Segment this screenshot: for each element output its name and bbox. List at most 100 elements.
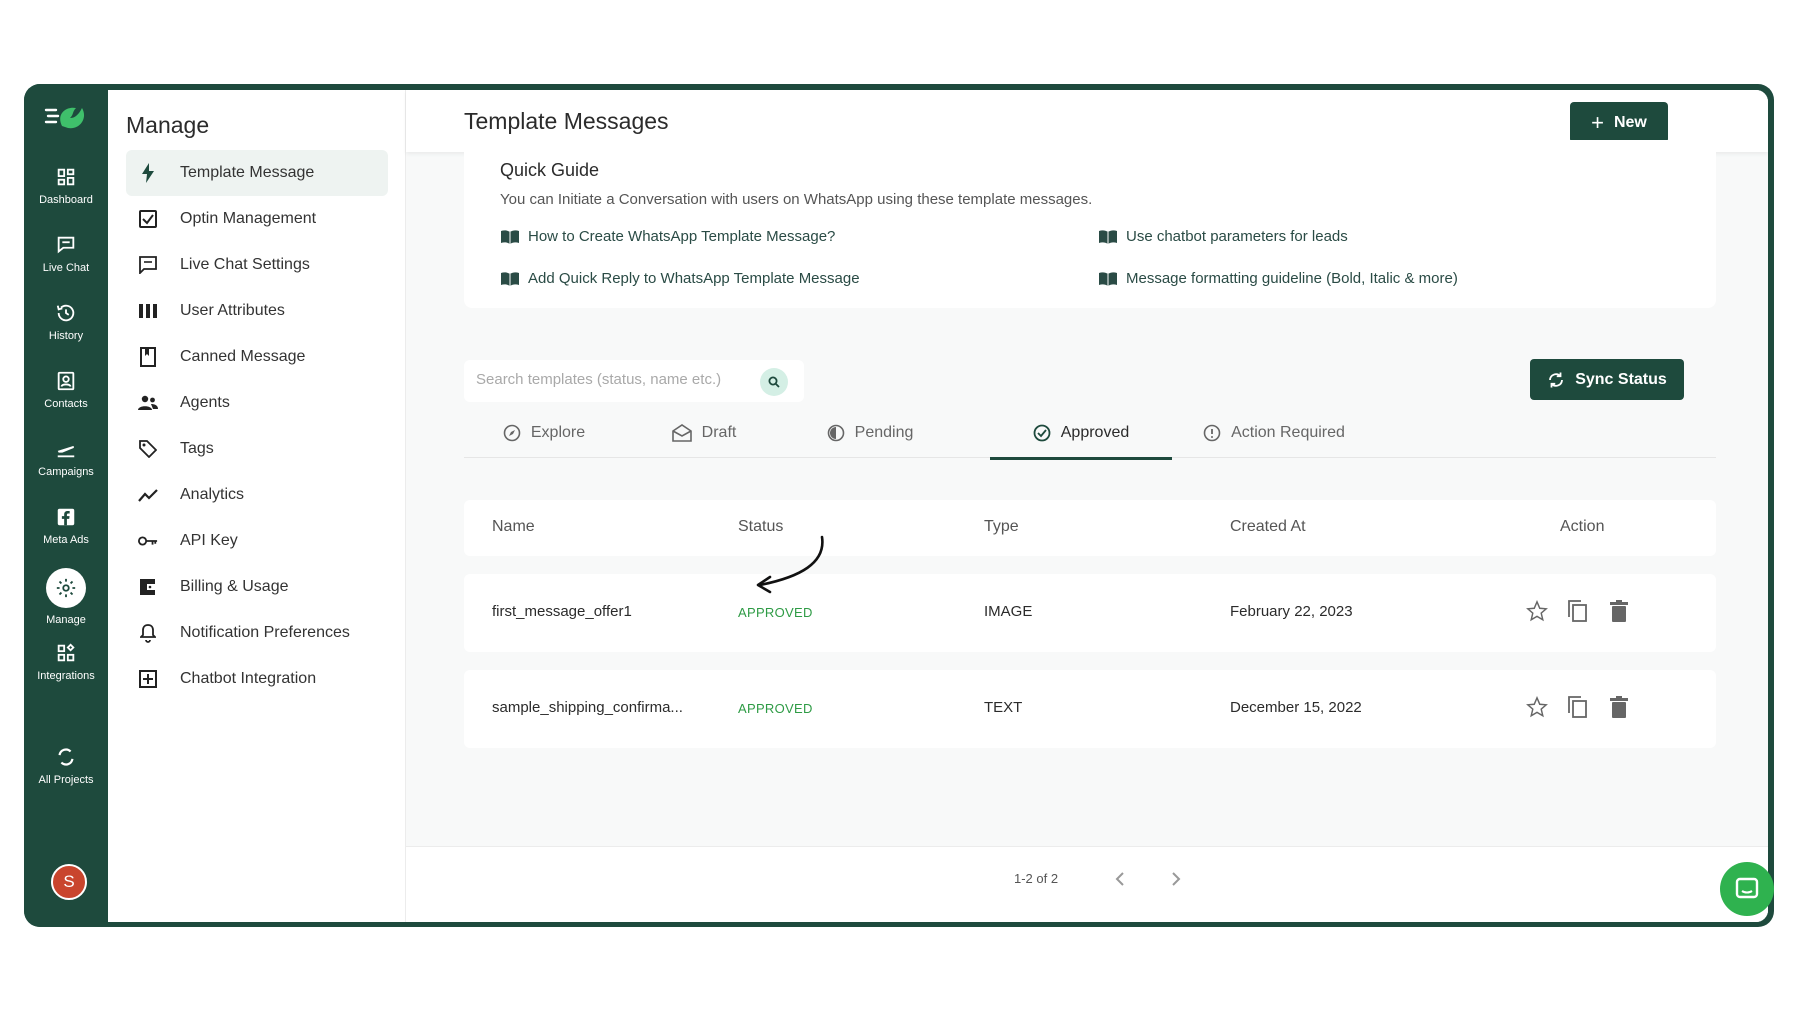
nav-item-label: Canned Message — [180, 348, 306, 365]
rail-label: Contacts — [44, 398, 88, 410]
check-circle-icon — [1033, 424, 1051, 442]
new-template-button[interactable]: + New — [1570, 102, 1668, 143]
column-header-created-at[interactable]: Created At — [1230, 518, 1306, 536]
guide-link-formatting[interactable]: Message formatting guideline (Bold, Ital… — [1098, 270, 1458, 287]
rail-item-campaigns[interactable]: Campaigns — [24, 438, 108, 478]
nav-item-template-message[interactable]: Template Message — [126, 150, 388, 196]
nav-item-billing-usage[interactable]: Billing & Usage — [126, 564, 388, 610]
table-row[interactable]: first_message_offer1 APPROVED IMAGE Febr… — [464, 574, 1716, 652]
status-badge: APPROVED — [738, 605, 813, 620]
status-badge: APPROVED — [738, 701, 813, 716]
nav-item-chatbot-integration[interactable]: Chatbot Integration — [126, 656, 388, 702]
facebook-icon — [57, 508, 75, 526]
nav-item-analytics[interactable]: Analytics — [126, 472, 388, 518]
tab-action-required[interactable]: Action Required — [1184, 408, 1364, 458]
nav-item-user-attributes[interactable]: User Attributes — [126, 288, 388, 334]
manage-sidebar: Manage Template Message Optin Management… — [108, 90, 406, 922]
sync-icon — [1549, 372, 1564, 387]
tag-icon — [138, 439, 158, 459]
rail-label: History — [48, 330, 84, 342]
compass-icon — [503, 424, 521, 442]
nav-item-label: Chatbot Integration — [180, 670, 317, 687]
rail-item-contacts[interactable]: Contacts — [24, 370, 108, 410]
content-area: Manage Template Message Optin Management… — [108, 90, 1768, 922]
rail-label: Dashboard — [39, 194, 93, 206]
rail-item-integrations[interactable]: Integrations — [24, 642, 108, 682]
sync-status-button[interactable]: Sync Status — [1530, 359, 1684, 400]
tab-pending[interactable]: Pending — [800, 408, 940, 458]
rail-item-dashboard[interactable]: Dashboard — [24, 166, 108, 206]
tab-draft[interactable]: Draft — [644, 408, 764, 458]
nav-item-notification-preferences[interactable]: Notification Preferences — [126, 610, 388, 656]
created-at: December 15, 2022 — [1230, 699, 1362, 716]
info-circle-icon — [1203, 424, 1221, 442]
rail-item-meta-ads[interactable]: Meta Ads — [24, 506, 108, 546]
pagination-text: 1-2 of 2 — [1014, 871, 1059, 886]
brand-logo-icon[interactable] — [44, 102, 90, 132]
book-icon — [1099, 229, 1117, 244]
copy-icon[interactable] — [1564, 694, 1590, 720]
tab-label: Draft — [701, 424, 737, 441]
nav-item-tags[interactable]: Tags — [126, 426, 388, 472]
prev-page-button[interactable] — [1106, 865, 1134, 893]
nav-item-label: Tags — [180, 440, 214, 457]
table-row[interactable]: sample_shipping_confirma... APPROVED TEX… — [464, 670, 1716, 748]
book-icon — [1099, 271, 1117, 286]
trend-icon — [138, 485, 158, 505]
star-icon[interactable] — [1524, 598, 1550, 624]
nav-item-canned-message[interactable]: Canned Message — [126, 334, 388, 380]
sync-button-label: Sync Status — [1575, 370, 1667, 388]
pagination-bar: 1-2 of 2 — [406, 846, 1768, 922]
column-header-type[interactable]: Type — [984, 518, 1019, 536]
star-icon[interactable] — [1524, 694, 1550, 720]
nav-item-live-chat-settings[interactable]: Live Chat Settings — [126, 242, 388, 288]
key-icon — [138, 531, 158, 551]
plane-icon — [57, 446, 75, 458]
search-input[interactable] — [476, 371, 756, 388]
guide-link-create-template[interactable]: How to Create WhatsApp Template Message? — [500, 228, 835, 245]
column-header-name[interactable]: Name — [492, 518, 535, 536]
nav-item-agents[interactable]: Agents — [126, 380, 388, 426]
rail-item-live-chat[interactable]: Live Chat — [24, 234, 108, 274]
people-icon — [138, 393, 158, 413]
guide-link-label: Message formatting guideline (Bold, Ital… — [1126, 270, 1458, 287]
history-icon — [56, 304, 75, 322]
nav-item-label: Notification Preferences — [180, 624, 350, 641]
manage-title: Manage — [126, 112, 210, 138]
nav-item-api-key[interactable]: API Key — [126, 518, 388, 564]
copy-icon[interactable] — [1564, 598, 1590, 624]
nav-item-label: Template Message — [180, 164, 315, 181]
tab-approved[interactable]: Approved — [990, 408, 1172, 460]
new-button-label: New — [1613, 113, 1647, 131]
guide-link-quick-reply[interactable]: Add Quick Reply to WhatsApp Template Mes… — [500, 270, 860, 287]
template-type: IMAGE — [984, 603, 1033, 620]
delete-icon[interactable] — [1606, 598, 1632, 624]
tab-explore[interactable]: Explore — [484, 408, 604, 458]
rail-label: Live Chat — [42, 262, 90, 274]
guide-link-chatbot-parameters[interactable]: Use chatbot parameters for leads — [1098, 228, 1348, 245]
column-header-status[interactable]: Status — [738, 518, 783, 536]
table-header: Name Status Type Created At Action — [464, 500, 1716, 556]
rail-item-manage[interactable]: Manage — [24, 568, 108, 626]
tab-label: Action Required — [1231, 424, 1345, 441]
nav-item-optin-management[interactable]: Optin Management — [126, 196, 388, 242]
grid-icon — [57, 168, 75, 186]
rail-label: Campaigns — [38, 466, 94, 478]
nav-item-label: User Attributes — [180, 302, 285, 319]
delete-icon[interactable] — [1606, 694, 1632, 720]
bookmark-icon — [138, 347, 158, 367]
guide-link-label: Use chatbot parameters for leads — [1126, 228, 1348, 245]
plus-square-icon — [138, 669, 158, 689]
bolt-icon — [138, 163, 158, 183]
next-page-button[interactable] — [1162, 865, 1190, 893]
search-button[interactable] — [760, 368, 788, 396]
refresh-icon — [58, 748, 74, 766]
avatar[interactable]: S — [51, 864, 87, 900]
rail-item-all-projects[interactable]: All Projects — [24, 746, 108, 786]
chat-support-button[interactable] — [1720, 862, 1774, 916]
columns-icon — [138, 301, 158, 321]
rail-item-history[interactable]: History — [24, 302, 108, 342]
tab-label: Approved — [1060, 423, 1130, 441]
search-box — [464, 360, 804, 402]
rail-label: Meta Ads — [43, 534, 89, 546]
